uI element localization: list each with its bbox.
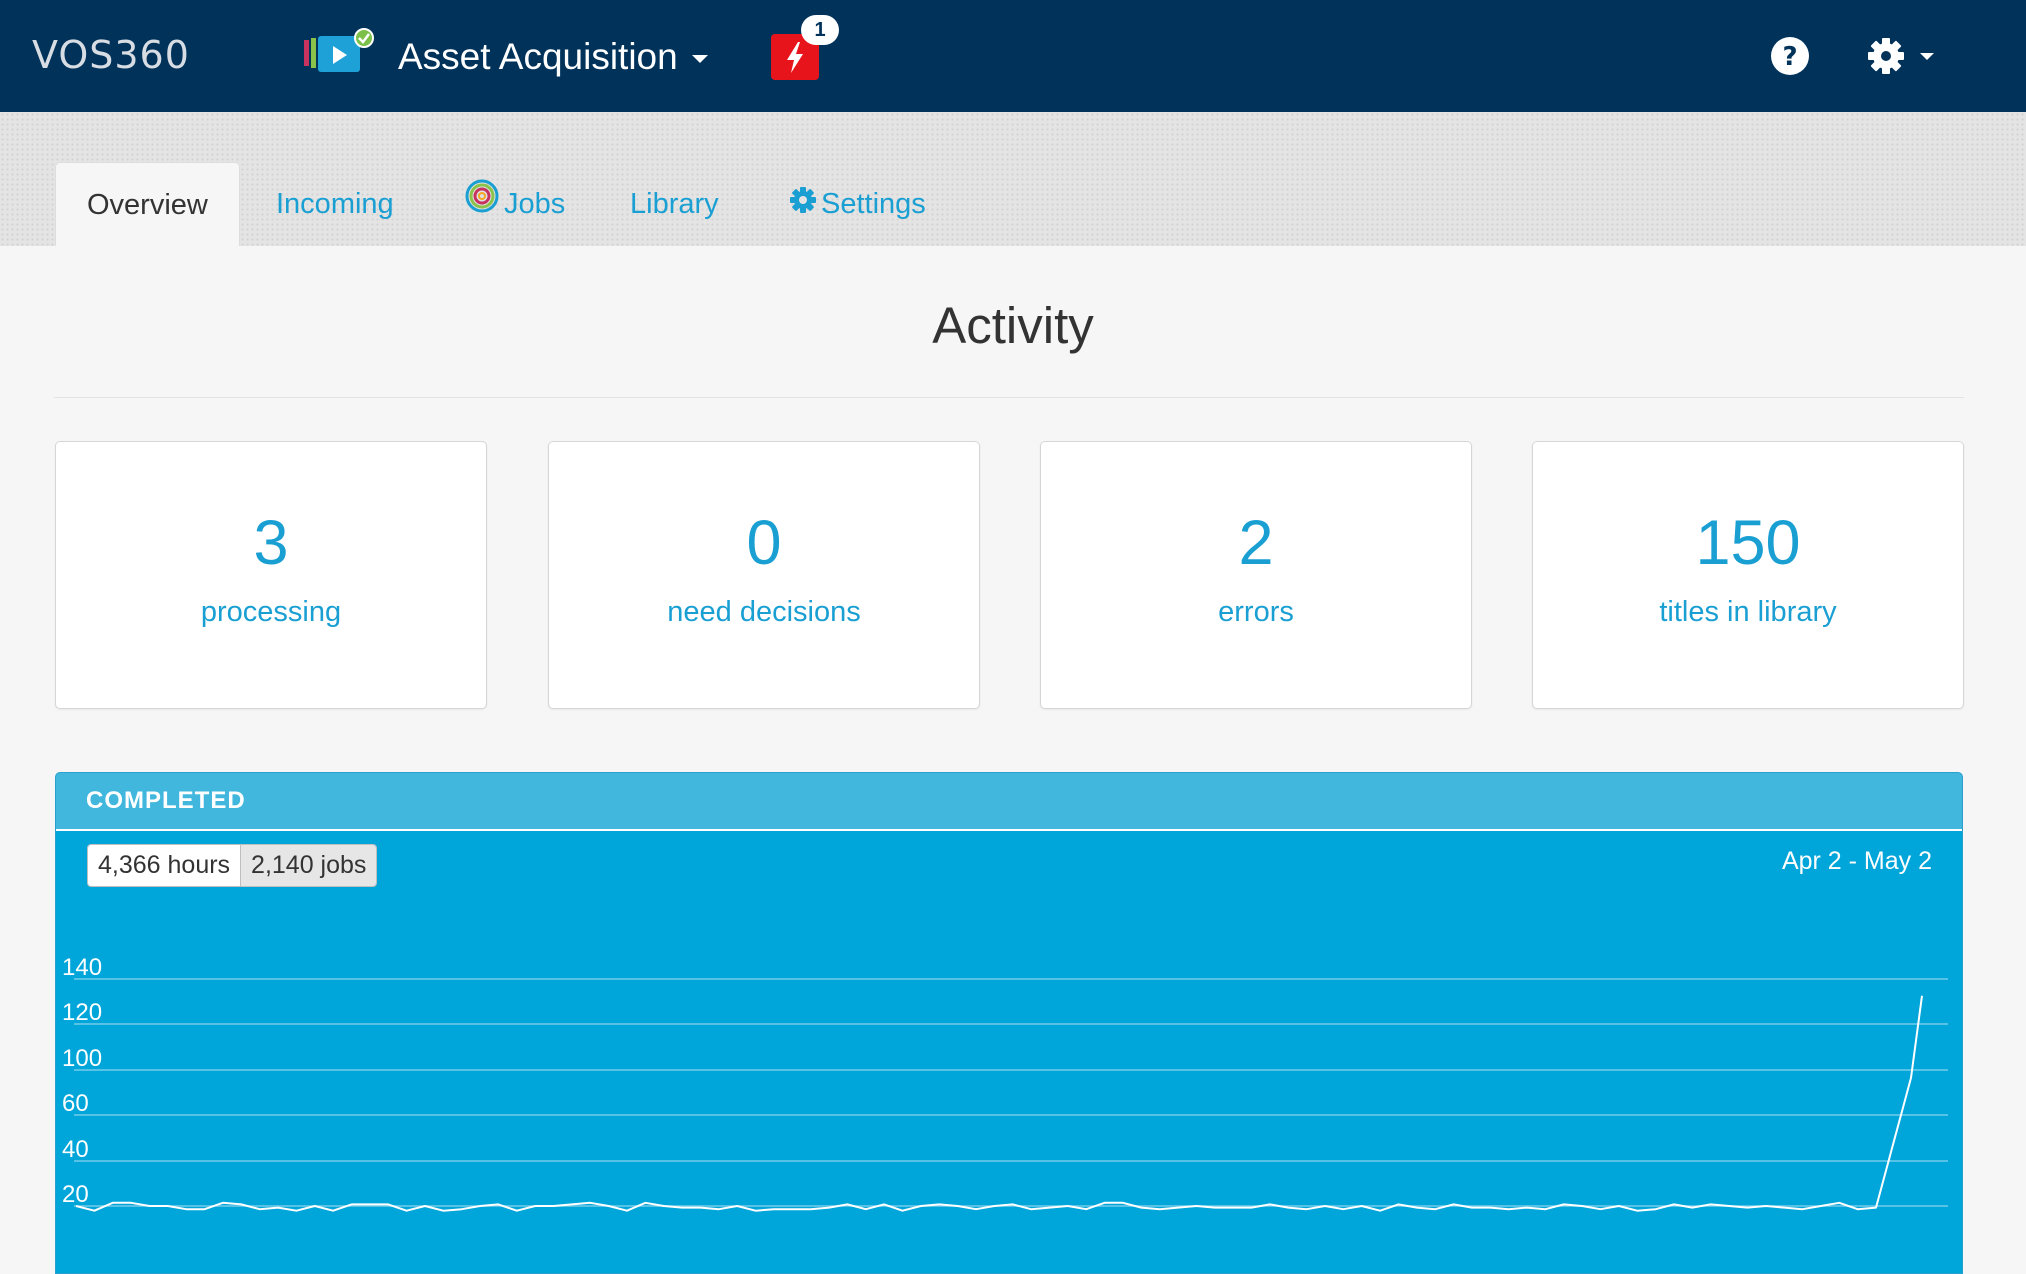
stat-value: 3: [253, 508, 289, 578]
stat-value: 0: [746, 508, 782, 578]
settings-menu-button[interactable]: [1866, 34, 1936, 78]
date-range: Apr 2 - May 2: [1781, 847, 1932, 875]
y-tick-label: 100: [62, 1045, 102, 1072]
tab-label: Settings: [821, 188, 926, 220]
tab-settings[interactable]: Settings: [789, 162, 926, 246]
y-tick-label: 40: [62, 1136, 89, 1163]
tab-incoming[interactable]: Incoming: [276, 162, 394, 246]
panel-header: COMPLETED: [56, 773, 1962, 831]
metric-toggle: 4,366 hours 2,140 jobs: [87, 844, 378, 887]
stat-value: 150: [1695, 508, 1801, 578]
y-tick-label: 120: [62, 999, 102, 1026]
vos360-logo[interactable]: VOS360: [32, 30, 262, 80]
stat-card-titles-in-library[interactable]: 150 titles in library: [1532, 441, 1964, 709]
stat-card-errors[interactable]: 2 errors: [1040, 441, 1472, 709]
brand-logo: VOS360: [32, 33, 190, 77]
stat-card-need-decisions[interactable]: 0 need decisions: [548, 441, 980, 709]
gear-icon: [789, 163, 817, 247]
series-line: [75, 995, 1923, 1212]
stat-label: errors: [1218, 596, 1294, 628]
panel-title: COMPLETED: [86, 787, 246, 814]
y-tick-label: 20: [62, 1181, 89, 1208]
gear-icon: [1868, 38, 1934, 74]
app-title: Asset Acquisition: [398, 36, 678, 77]
tab-label: Overview: [87, 189, 208, 221]
stat-label: processing: [200, 596, 342, 628]
page-title: Activity: [932, 297, 1094, 354]
app-switcher[interactable]: Asset Acquisition: [398, 32, 708, 82]
svg-text:VOS360: VOS360: [32, 33, 190, 77]
tab-label: Jobs: [504, 188, 566, 220]
jobs-ring-icon: [464, 163, 500, 247]
tab-label: Library: [630, 188, 719, 220]
help-icon[interactable]: ?: [1770, 36, 1810, 76]
stat-label: need decisions: [667, 596, 861, 628]
chevron-down-icon: [691, 55, 708, 64]
stat-card-processing[interactable]: 3 processing: [55, 441, 487, 709]
hours-toggle-button[interactable]: 4,366 hours: [88, 845, 241, 886]
svg-text:?: ?: [1782, 42, 1797, 72]
jobs-toggle-button[interactable]: 2,140 jobs: [240, 845, 377, 886]
alert-count-badge: 1: [801, 15, 839, 45]
y-tick-label: 140: [62, 954, 102, 981]
divider: [54, 397, 1964, 398]
tab-label: Incoming: [276, 188, 394, 220]
tab-library[interactable]: Library: [630, 162, 719, 246]
tab-overview[interactable]: Overview: [55, 162, 240, 246]
stat-value: 2: [1238, 508, 1274, 578]
top-navbar: VOS360 Asset Acquisition 1 ?: [0, 0, 2026, 112]
tab-jobs[interactable]: Jobs: [464, 162, 565, 246]
asset-acquisition-app-icon: [302, 28, 374, 78]
y-tick-label: 60: [62, 1090, 89, 1117]
completed-panel: 140 120 100 60 40 20 COMPLETED 4,366 hours 2,…: [55, 772, 1963, 1274]
stat-label: titles in library: [1659, 596, 1837, 628]
